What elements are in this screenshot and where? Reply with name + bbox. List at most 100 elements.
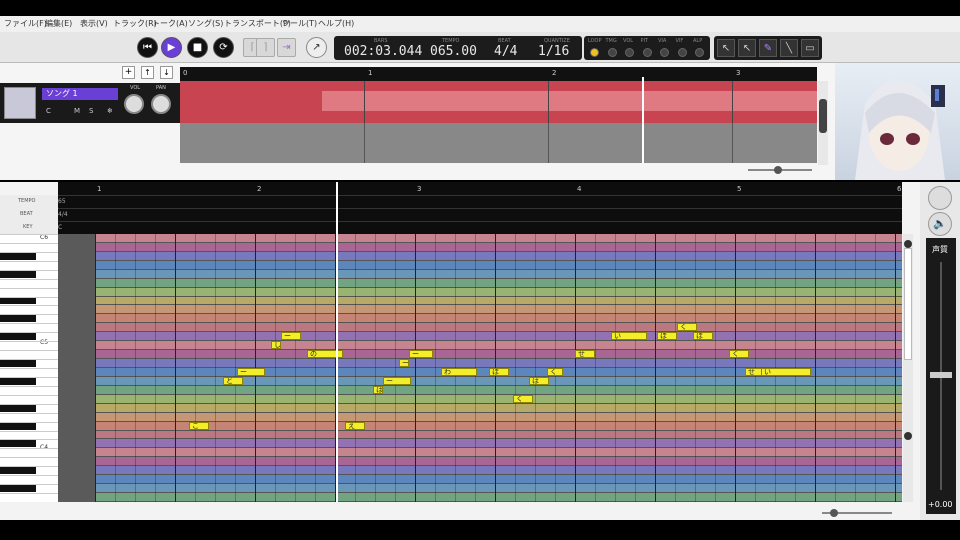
pencil-tool-icon[interactable]: ✎	[759, 39, 777, 57]
menu-item-4[interactable]: トーク(A)	[152, 18, 188, 29]
note[interactable]: せ	[575, 350, 595, 359]
black-key[interactable]	[0, 297, 36, 305]
eraser-tool-icon[interactable]: ▭	[801, 39, 819, 57]
black-key[interactable]	[0, 485, 36, 493]
track-name[interactable]: ソング 1	[42, 88, 118, 100]
voice-quality-label: 声質	[932, 245, 948, 254]
note[interactable]: は	[529, 376, 549, 385]
move-down-button[interactable]: ↓	[160, 66, 173, 79]
beat-value[interactable]: 4/4	[494, 44, 517, 59]
mute-button[interactable]: M	[74, 107, 80, 115]
measure-3: 3	[417, 185, 422, 193]
note[interactable]: わ	[441, 367, 477, 376]
voice-quality-fader[interactable]: 声質 +0.00	[926, 238, 956, 514]
pitch-row	[95, 314, 902, 323]
track-zoom-slider[interactable]	[740, 166, 820, 174]
key-row-value[interactable]: C	[58, 224, 62, 231]
speaker-icon[interactable]: 🔈	[928, 212, 952, 236]
knob-vol[interactable]	[625, 48, 634, 57]
line-tool-icon[interactable]: ╲	[780, 39, 798, 57]
arrow-tool-icon[interactable]: ↖	[717, 39, 735, 57]
black-key[interactable]	[0, 360, 36, 367]
track-header[interactable]: ソング 1 C M S ❄ VOL PAN	[0, 83, 180, 123]
note[interactable]: ー	[409, 350, 433, 359]
black-key[interactable]	[0, 270, 36, 278]
knob-tmg[interactable]	[607, 48, 617, 57]
note[interactable]: と	[223, 376, 243, 385]
black-key[interactable]	[0, 333, 36, 341]
knob-pit[interactable]	[642, 48, 652, 57]
black-key[interactable]	[0, 315, 36, 323]
playhead[interactable]	[642, 77, 644, 163]
note-grid[interactable]: ことーしーのえはーーーわほくはくせいほくほくせい	[58, 234, 902, 502]
menu-item-1[interactable]: 編集(E)	[45, 18, 72, 29]
note[interactable]: い	[611, 332, 647, 341]
rewind-button[interactable]: ⏮	[137, 37, 158, 58]
knob-loop[interactable]	[590, 48, 599, 57]
select-tool-icon[interactable]: ↖	[738, 39, 756, 57]
transport-display: BARS 002:03.044 TEMPO 065.00 BEAT 4/4 QU…	[334, 36, 582, 60]
track-scrollbar[interactable]	[818, 81, 828, 165]
pan-knob[interactable]	[151, 94, 171, 114]
black-key[interactable]	[0, 467, 36, 475]
knob-vif[interactable]	[677, 48, 687, 57]
voice-quality-value[interactable]: +0.00	[928, 500, 953, 509]
stop-button[interactable]: ■	[187, 37, 208, 58]
beat-row-value[interactable]: 4/4	[58, 211, 68, 218]
add-track-button[interactable]: +	[122, 66, 135, 79]
black-key[interactable]	[0, 404, 36, 412]
editor-playhead[interactable]	[336, 182, 338, 502]
note[interactable]: ー	[237, 367, 265, 376]
editor-vertical-scrollbar[interactable]	[903, 234, 913, 502]
note[interactable]: く	[547, 367, 563, 376]
note[interactable]: こ	[189, 421, 209, 430]
note[interactable]: ほ	[693, 332, 713, 341]
metronome-knob[interactable]: ↗	[306, 37, 327, 58]
quantize-value[interactable]: 1/16	[538, 44, 569, 59]
menu-item-3[interactable]: トラック(R)	[113, 18, 157, 29]
singer-portrait	[835, 63, 960, 180]
note[interactable]: ー	[383, 376, 411, 385]
note[interactable]: ー	[399, 359, 409, 368]
pitch-row	[95, 493, 902, 501]
note[interactable]: ー	[281, 332, 301, 341]
knob-label-alp: ALP	[693, 38, 703, 44]
marker-right-button[interactable]: ⌉	[256, 38, 275, 57]
tempo-value[interactable]: 065.00	[430, 44, 477, 59]
black-key[interactable]	[0, 252, 36, 260]
track-c-button[interactable]: C	[46, 107, 51, 115]
editor-zoom-slider[interactable]	[812, 508, 902, 518]
loop-button[interactable]: ⟳	[213, 37, 234, 58]
auto-scroll-button[interactable]: ⇥	[277, 38, 296, 57]
menu-item-5[interactable]: ソング(S)	[188, 18, 223, 29]
song-clip[interactable]	[180, 81, 817, 123]
black-key[interactable]	[0, 422, 36, 430]
knob-alp[interactable]	[695, 48, 704, 57]
solo-button[interactable]: S	[89, 107, 93, 115]
piano-keyboard[interactable]: C6 C5 C4	[0, 234, 58, 502]
menu-item-2[interactable]: 表示(V)	[80, 18, 108, 29]
note[interactable]: く	[729, 350, 749, 359]
play-button[interactable]: ▶	[161, 37, 182, 58]
menu-item-8[interactable]: ヘルプ(H)	[318, 18, 354, 29]
menu-item-6[interactable]: トランスポート(P)	[224, 18, 291, 29]
note[interactable]: く	[513, 394, 533, 403]
note[interactable]: し	[271, 341, 281, 350]
menu-item-0[interactable]: ファイル(F)	[4, 18, 47, 29]
black-key[interactable]	[0, 377, 36, 385]
note[interactable]: え	[345, 421, 365, 430]
note[interactable]: く	[677, 323, 697, 332]
note[interactable]: は	[373, 385, 383, 394]
volume-knob[interactable]	[124, 94, 144, 114]
black-key[interactable]	[0, 440, 36, 448]
circle-button[interactable]	[928, 186, 952, 210]
fader-handle[interactable]	[930, 372, 952, 378]
move-up-button[interactable]: ↑	[141, 66, 154, 79]
menu-item-7[interactable]: ツール(T)	[282, 18, 317, 29]
note[interactable]: い	[761, 367, 811, 376]
note[interactable]: ほ	[489, 367, 509, 376]
freeze-button[interactable]: ❄	[107, 107, 113, 115]
note[interactable]: ほ	[657, 332, 677, 341]
knob-via[interactable]	[660, 48, 669, 57]
tempo-row-value[interactable]: 65	[58, 198, 66, 205]
